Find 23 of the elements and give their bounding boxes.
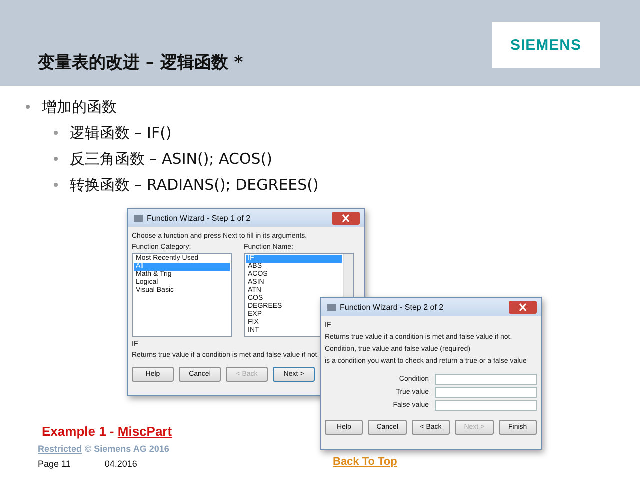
slide-title: 变量表的改进 – 逻辑函数 * (38, 52, 244, 74)
window-icon (134, 214, 143, 222)
bullet-text: 增加的函数 (42, 98, 117, 116)
slide-date: 04.2016 (104, 459, 138, 469)
input-field[interactable] (435, 387, 537, 398)
window-title: Function Wizard - Step 2 of 2 (340, 302, 445, 312)
window-icon (327, 304, 336, 310)
bullet-text: 反三角函数 – ASIN(); ACOS() (70, 150, 272, 168)
page-number: Page 11 (38, 459, 71, 469)
bullet-dot (26, 105, 30, 109)
bullet-text: 转换函数 – RADIANS(); DEGREES() (70, 176, 319, 194)
bullet-text: 逻辑函数 – IF() (70, 124, 172, 142)
example-caption: Example 1 - MiscPart (41, 424, 172, 439)
close-icon[interactable] (509, 300, 537, 314)
input-field[interactable] (435, 400, 537, 411)
bullet-dot (54, 157, 58, 161)
bullet-dot (54, 131, 58, 135)
close-icon[interactable] (332, 212, 360, 224)
bullet-dot (54, 183, 58, 187)
window-title: Function Wizard - Step 1 of 2 (147, 214, 252, 222)
company-logo: SIEMENS (492, 22, 600, 68)
copyright-text: © Siemens AG 2016 (85, 444, 170, 454)
input-field[interactable] (435, 374, 537, 385)
